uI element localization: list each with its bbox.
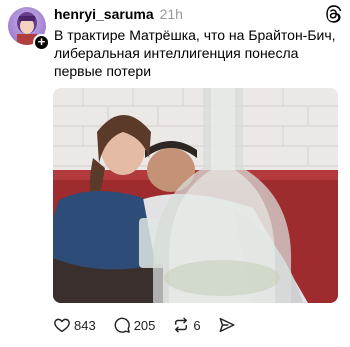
post-photo[interactable] [53,88,338,303]
post-header: henryi_saruma 21h [54,6,183,24]
post-text: В трактире Матрёшка, что на Брайтон-Бич,… [54,27,336,79]
username[interactable]: henryi_saruma [54,6,154,22]
threads-logo-icon [326,5,342,23]
post-time: 21h [159,6,183,22]
post-actions: 843 205 6 [53,315,253,335]
comment-count: 205 [133,317,156,333]
like-count: 843 [74,317,96,333]
photo-image [53,88,338,303]
repost-count: 6 [193,317,201,333]
heart-icon [54,318,70,333]
comment-button[interactable]: 205 [113,316,156,334]
avatar-container[interactable]: + [8,7,50,51]
send-icon [219,317,235,333]
follow-plus-icon[interactable]: + [33,34,50,51]
like-button[interactable]: 843 [53,316,96,334]
repost-button[interactable]: 6 [172,316,201,334]
comment-icon [114,317,130,333]
repost-icon [175,317,188,333]
share-button[interactable] [218,316,236,334]
